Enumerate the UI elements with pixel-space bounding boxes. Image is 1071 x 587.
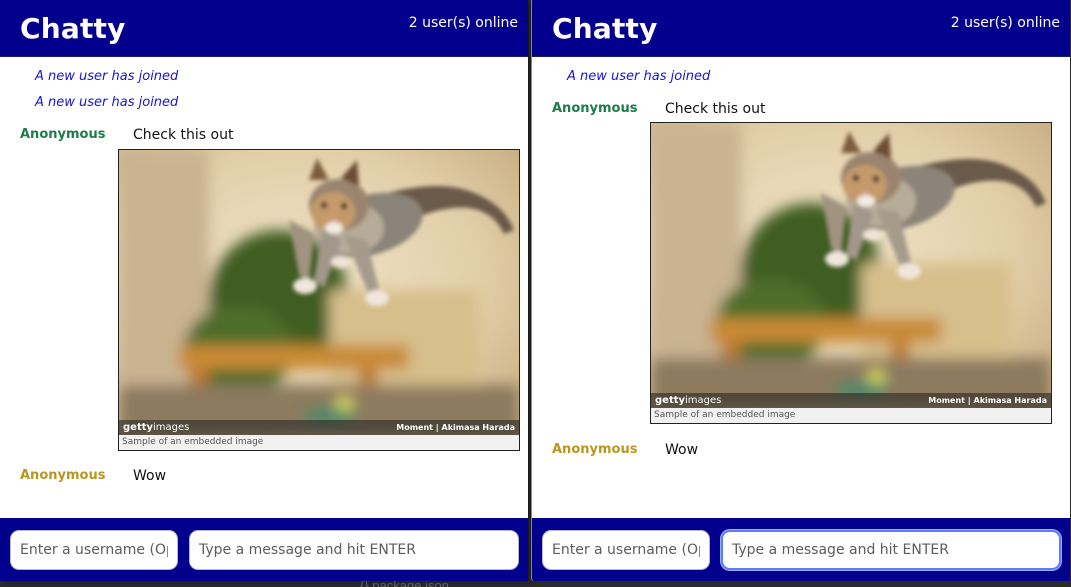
embed-caption: Sample of an embedded image	[651, 408, 1051, 423]
message-list[interactable]: A new user has joined A new user has joi…	[0, 57, 528, 518]
online-count: 2 user(s) online	[950, 14, 1060, 31]
app-header: Chatty 2 user(s) online	[0, 0, 528, 57]
message-input[interactable]	[721, 529, 1061, 570]
kitten-jumping-image	[651, 123, 1051, 408]
message-list[interactable]: A new user has joined Anonymous Check th…	[532, 57, 1070, 518]
message-username: Anonymous	[20, 468, 106, 483]
chat-window-left: Chatty 2 user(s) online A new user has j…	[0, 0, 528, 581]
message-username: Anonymous	[20, 127, 106, 142]
join-notice: A new user has joined	[35, 69, 179, 84]
app-header: Chatty 2 user(s) online	[532, 0, 1070, 57]
message-username: Anonymous	[552, 101, 638, 116]
username-input[interactable]	[542, 529, 710, 570]
composer-bar	[532, 518, 1070, 581]
message-text: Check this out	[665, 101, 766, 117]
app-title: Chatty	[552, 11, 658, 45]
desktop-stage: {} package.json Chatty 2 user(s) online …	[0, 0, 1071, 587]
getty-logo: gettyimages	[655, 395, 722, 406]
app-title: Chatty	[20, 11, 126, 45]
composer-bar	[0, 518, 528, 581]
message-text: Wow	[665, 442, 699, 458]
chat-window-right: Chatty 2 user(s) online A new user has j…	[531, 0, 1070, 581]
photo-credit: Moment | Akimasa Harada	[396, 423, 515, 432]
message-username: Anonymous	[552, 442, 638, 457]
kitten-jumping-image	[119, 150, 519, 435]
embed-caption: Sample of an embedded image	[119, 435, 519, 450]
getty-logo: gettyimages	[123, 422, 190, 433]
username-input[interactable]	[10, 529, 178, 570]
embedded-image[interactable]: gettyimages Moment | Akimasa Harada Samp…	[118, 149, 520, 451]
getty-credit-bar: gettyimages Moment | Akimasa Harada	[119, 420, 519, 435]
getty-credit-bar: gettyimages Moment | Akimasa Harada	[651, 393, 1051, 408]
join-notice: A new user has joined	[35, 95, 179, 110]
kitten-photo: gettyimages Moment | Akimasa Harada	[119, 150, 519, 435]
photo-credit: Moment | Akimasa Harada	[928, 396, 1047, 405]
join-notice: A new user has joined	[567, 69, 711, 84]
kitten-photo: gettyimages Moment | Akimasa Harada	[651, 123, 1051, 408]
online-count: 2 user(s) online	[408, 14, 518, 31]
message-text: Check this out	[133, 127, 234, 143]
embedded-image[interactable]: gettyimages Moment | Akimasa Harada Samp…	[650, 122, 1052, 424]
message-text: Wow	[133, 468, 167, 484]
message-input[interactable]	[189, 529, 519, 570]
